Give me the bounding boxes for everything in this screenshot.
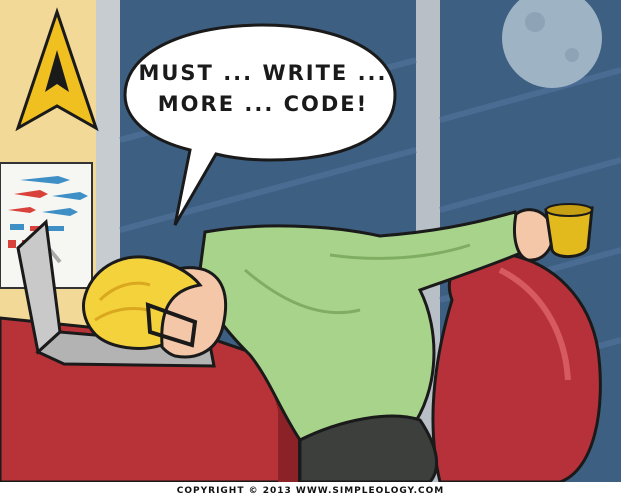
speech-line-1: MUST ... WRITE ... [138,61,388,85]
speech-line-2: MORE ... CODE! [157,92,369,116]
moon-crater [525,12,545,32]
moon-crater [565,48,579,62]
coffee-mug-rim [545,203,593,217]
copyright-notice: COPYRIGHT © 2013 WWW.SIMPLEOLOGY.COM [176,486,445,496]
comic-panel: MUST ... WRITE ... MORE ... CODE! COPYRI… [0,0,621,500]
speech-bubble-text: MUST ... WRITE ... MORE ... CODE! [128,58,398,120]
